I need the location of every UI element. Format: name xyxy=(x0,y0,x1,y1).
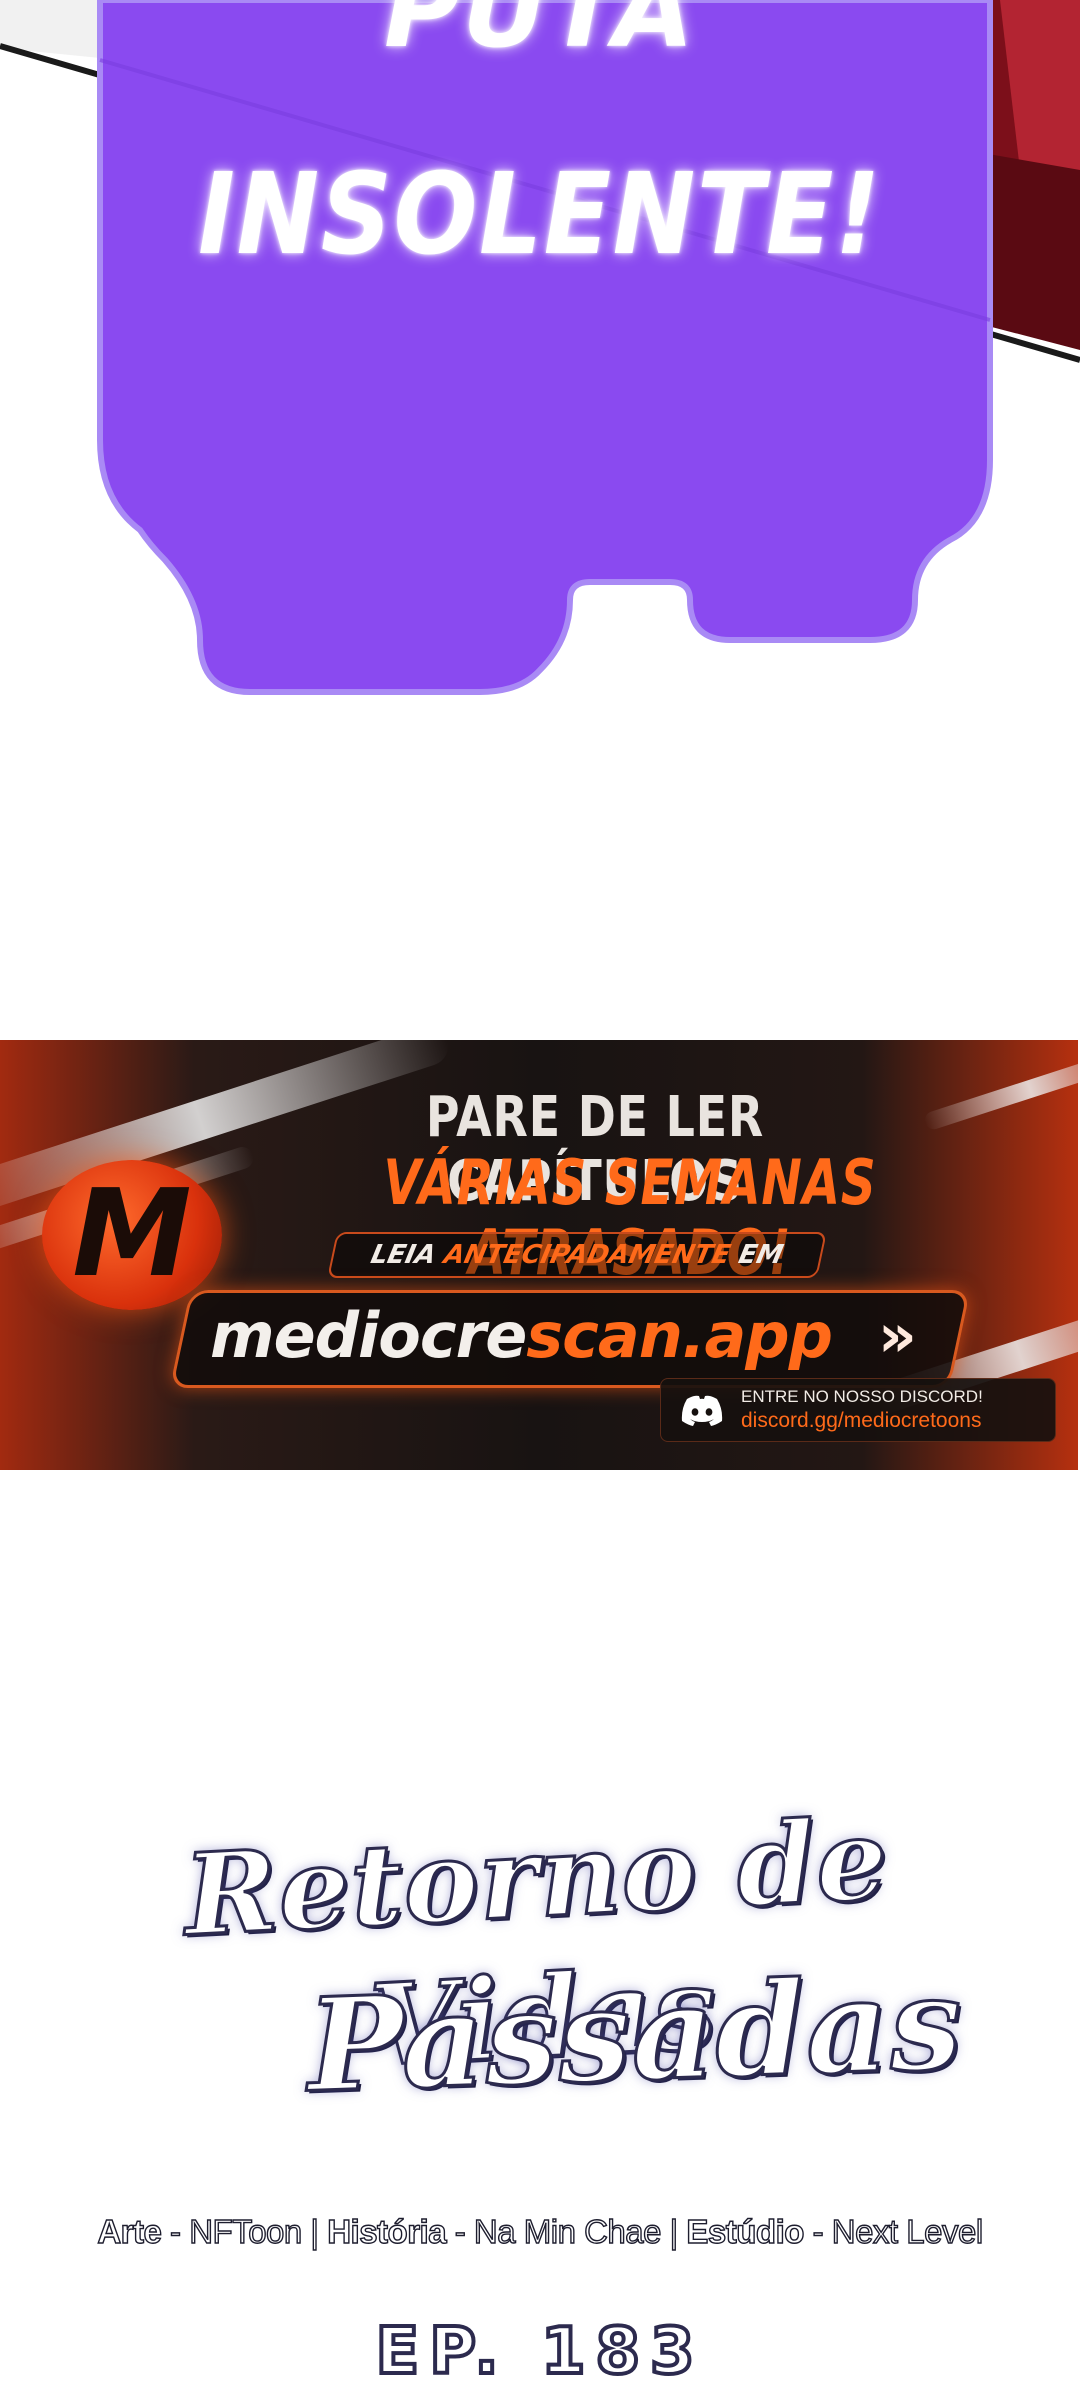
banner-streak xyxy=(922,1046,1078,1132)
lead-prefix: LEIA xyxy=(368,1240,439,1270)
credit-studio-label: Estúdio xyxy=(686,2212,805,2250)
lead-accent: ANTECIPADAMENTE xyxy=(441,1240,734,1270)
speech-bubble xyxy=(97,0,993,695)
banner-lead-pill: LEIA ANTECIPADAMENTE EM xyxy=(327,1232,827,1278)
credit-story-label: História xyxy=(326,2212,447,2250)
credit-story-value: Na Min Chae xyxy=(473,2212,662,2250)
comic-panel-top: PUTA INSOLENTE! xyxy=(0,0,1080,720)
url-accent: scan.app xyxy=(526,1299,833,1372)
credit-separator: - xyxy=(446,2212,474,2250)
credit-divider: | xyxy=(660,2212,687,2250)
lead-suffix: EM xyxy=(735,1240,786,1270)
double-chevron-right-icon[interactable]: » xyxy=(878,1298,938,1374)
comic-panel-art xyxy=(0,0,1080,720)
credit-art-value: NFToon xyxy=(189,2212,303,2250)
discord-link[interactable]: discord.gg/mediocretoons xyxy=(741,1409,981,1433)
credit-art-label: Arte xyxy=(97,2212,163,2250)
url-prefix: mediocre xyxy=(210,1299,527,1372)
site-url-link[interactable]: mediocrescan.app xyxy=(210,1296,890,1376)
bubble-text-line-2: INSOLENTE! xyxy=(198,150,882,280)
credit-studio-value: Next Level xyxy=(831,2212,984,2250)
bubble-text-line-1: PUTA xyxy=(383,0,697,71)
credit-separator: - xyxy=(161,2212,190,2250)
discord-invite[interactable]: ENTRE NO NOSSO DISCORD! discord.gg/medio… xyxy=(660,1378,1056,1442)
credit-divider: | xyxy=(301,2212,328,2250)
credits-line: Arte - NFToon | História - Na Min Chae |… xyxy=(40,2212,1040,2252)
promo-banner[interactable]: M PARE DE LER CAPÍTULOS VÁRIAS SEMANAS A… xyxy=(0,1040,1078,1470)
discord-icon xyxy=(681,1395,723,1426)
credit-separator: - xyxy=(803,2212,832,2250)
episode-number: EP. 183 xyxy=(373,2313,705,2391)
discord-label: ENTRE NO NOSSO DISCORD! xyxy=(741,1387,983,1406)
logo-letter: M xyxy=(72,1165,192,1304)
series-title-line-2: Passadas xyxy=(303,1947,966,2123)
mediocre-logo: M xyxy=(42,1160,222,1310)
